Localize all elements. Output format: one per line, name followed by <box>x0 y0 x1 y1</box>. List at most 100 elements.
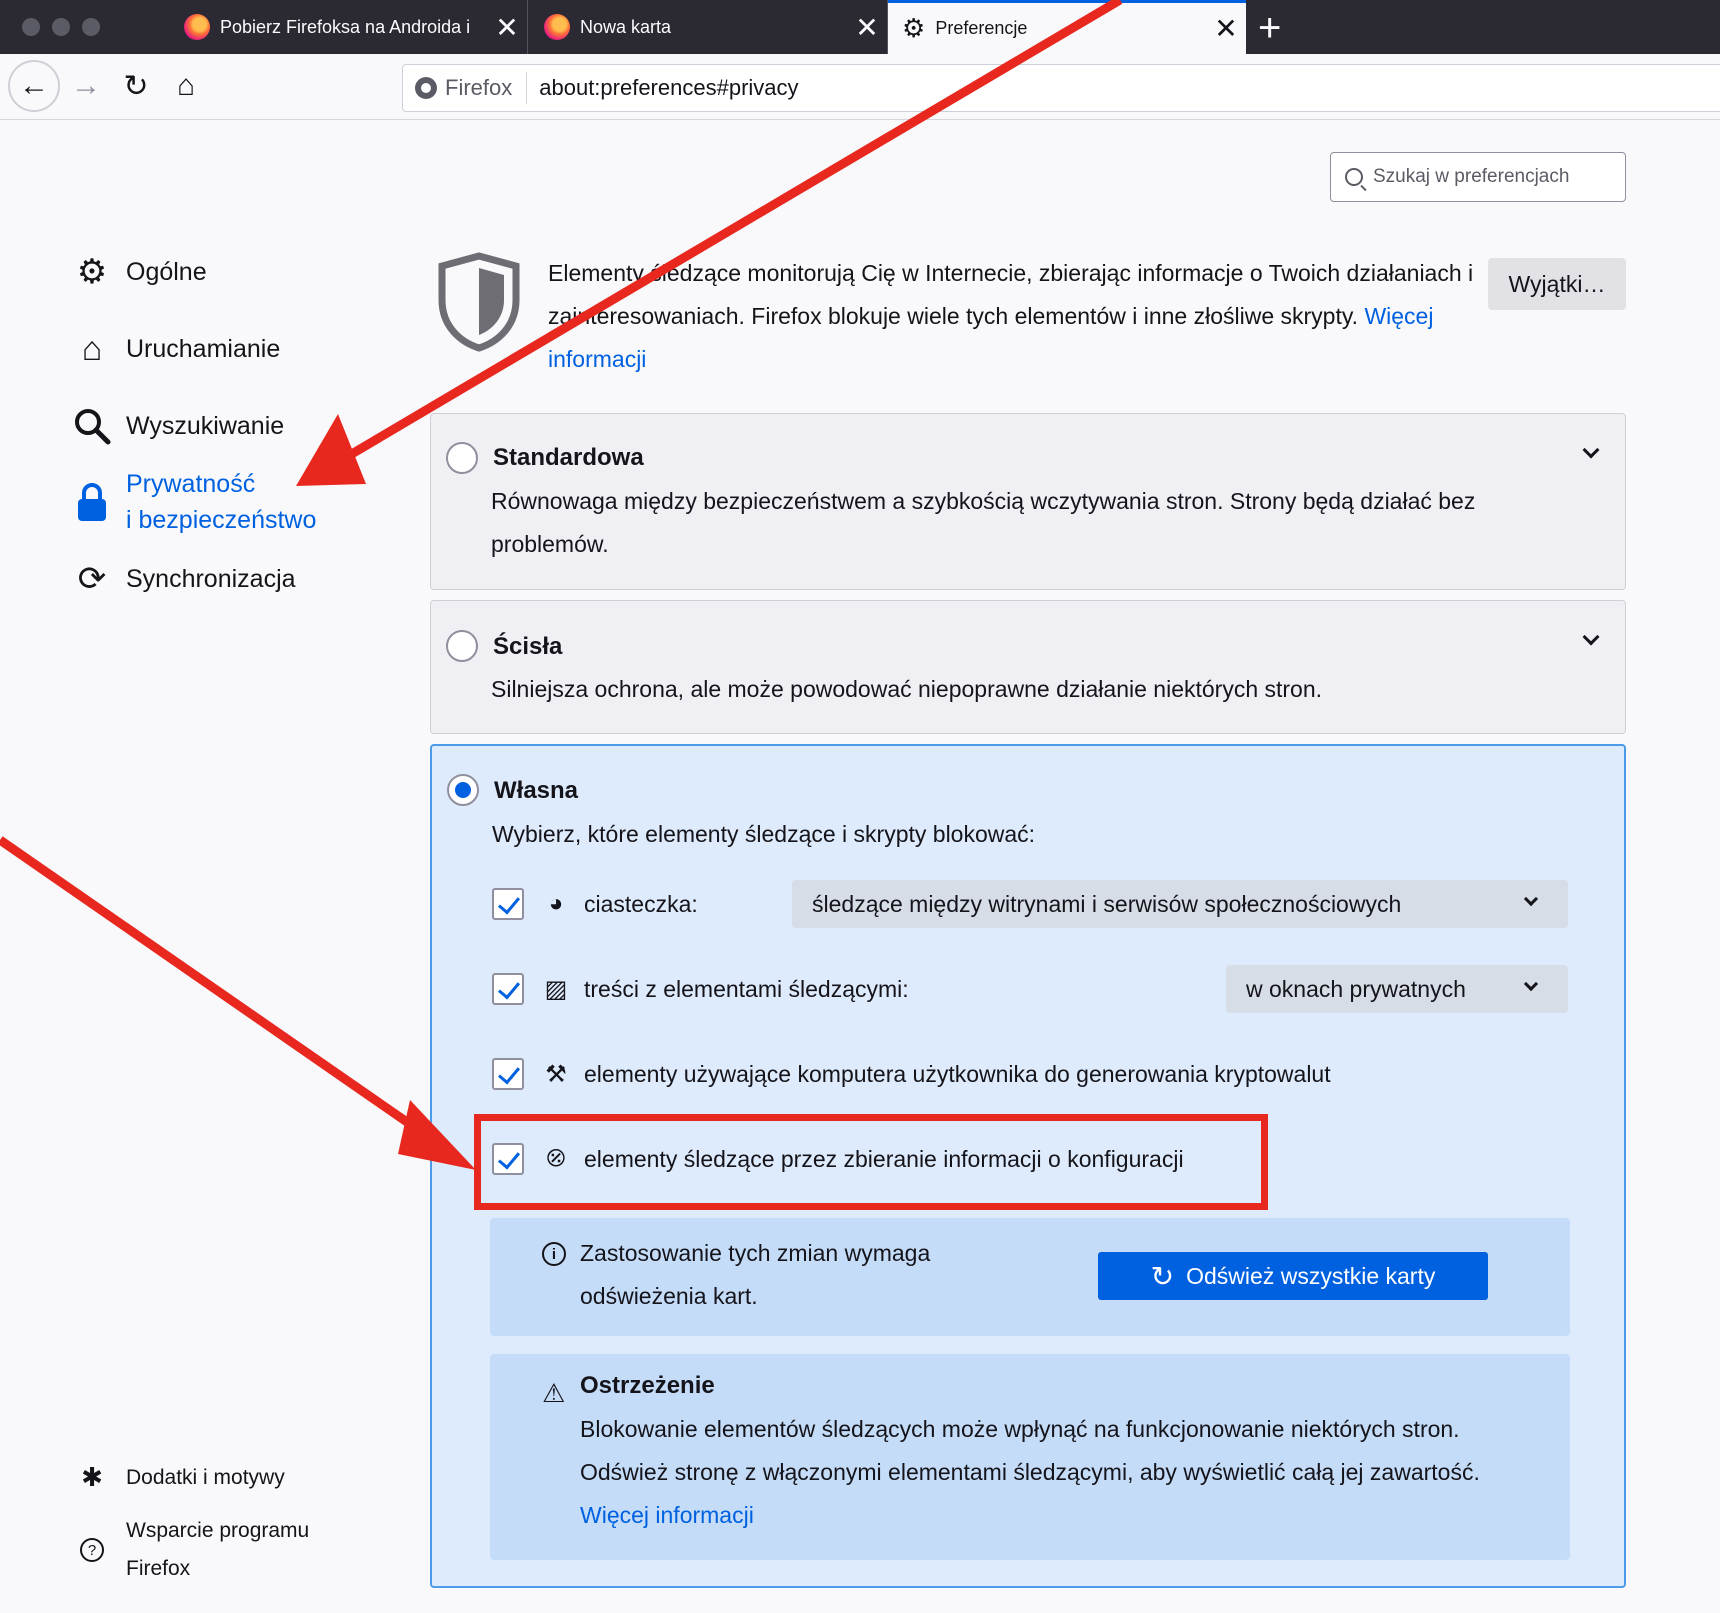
warning-learn-more-link[interactable]: Więcej informacji <box>580 1502 754 1528</box>
search-icon <box>1345 168 1363 186</box>
tab-firefox-android[interactable]: Pobierz Firefoksa na Androida i ✕ <box>168 0 528 54</box>
sidebar-item-label-line2: Firefox <box>126 1557 191 1580</box>
cookies-checkbox[interactable] <box>492 888 524 920</box>
url-bar[interactable]: Firefox about:preferences#privacy <box>402 64 1720 112</box>
gear-icon: ⚙ <box>76 253 108 291</box>
tab-close-icon[interactable]: ✕ <box>487 11 527 44</box>
standard-radio[interactable] <box>446 442 478 474</box>
chevron-down-icon <box>1523 976 1539 992</box>
warning-box: ⚠ Ostrzeżenie Blokowanie elementów śledz… <box>490 1354 1570 1560</box>
cryptominers-checkbox[interactable] <box>492 1058 524 1090</box>
option-standard[interactable]: Standardowa Równowaga między bezpieczeńs… <box>430 413 1626 590</box>
preferences-search-input[interactable]: Szukaj w preferencjach <box>1330 152 1626 202</box>
tracking-intro: Elementy śledzące monitorują Cię w Inter… <box>548 252 1478 381</box>
window-zoom-dot[interactable] <box>82 18 100 36</box>
tab-strip: Pobierz Firefoksa na Androida i ✕ Nowa k… <box>0 0 1720 54</box>
reload-all-tabs-button[interactable]: ↻ Odśwież wszystkie karty <box>1098 1252 1488 1300</box>
option-description: Równowaga między bezpieczeństwem a szybk… <box>491 488 1476 557</box>
warning-icon: ⚠ <box>542 1378 566 1408</box>
sidebar-item-general[interactable]: ⚙ Ogólne <box>70 250 207 294</box>
tab-close-icon[interactable]: ✕ <box>847 11 887 44</box>
tracking-content-checkbox[interactable] <box>492 973 524 1005</box>
sidebar-item-label: Ogólne <box>126 257 207 286</box>
row-label: elementy używające komputera użytkownika… <box>584 1060 1331 1087</box>
option-title: Własna <box>494 777 579 804</box>
forward-button[interactable]: → <box>64 64 108 108</box>
info-icon: i <box>542 1242 566 1266</box>
sidebar-item-label-line2: i bezpieczeństwo <box>126 506 317 534</box>
tab-preferences[interactable]: ⚙ Preferencje ✕ <box>888 0 1246 54</box>
window-close-dot[interactable] <box>22 18 40 36</box>
reload-notice-text: Zastosowanie tych zmian wymaga odświeżen… <box>580 1232 930 1318</box>
tracking-content-select[interactable]: w oknach prywatnych <box>1226 965 1568 1013</box>
sync-icon: ⟳ <box>77 560 107 598</box>
cookies-row: ◕ ciasteczka: <box>492 888 698 920</box>
row-label: treści z elementami śledzącymi: <box>584 975 909 1002</box>
button-label: Odśwież wszystkie karty <box>1186 1262 1436 1289</box>
sidebar-item-sync[interactable]: ⟳ Synchronizacja <box>70 557 296 601</box>
navigation-toolbar: ← → ↻ ⌂ Firefox about:preferences#privac… <box>0 54 1720 120</box>
warning-body: Blokowanie elementów śledzących może wpł… <box>580 1408 1530 1537</box>
sidebar-item-label-line1: Prywatność <box>126 470 256 498</box>
chevron-down-icon[interactable] <box>1582 628 1600 646</box>
back-button[interactable]: ← <box>8 60 60 112</box>
lock-icon <box>70 480 114 524</box>
sidebar-item-label: Dodatki i motywy <box>126 1465 285 1489</box>
warning-title: Ostrzeżenie <box>580 1372 715 1399</box>
shield-icon <box>438 252 520 352</box>
sidebar-item-label: Wyszukiwanie <box>126 411 285 440</box>
home-icon: ⌂ <box>81 329 103 368</box>
identity-box[interactable]: Firefox <box>403 72 528 104</box>
puzzle-icon: ✱ <box>81 1462 103 1492</box>
select-value: w oknach prywatnych <box>1246 975 1466 1002</box>
sidebar-item-addons[interactable]: ✱ Dodatki i motywy <box>70 1462 285 1493</box>
option-title: Ścisła <box>493 633 563 660</box>
sidebar-item-privacy[interactable]: Prywatność i bezpieczeństwo <box>70 466 316 538</box>
annotation-highlight-box <box>474 1114 1268 1210</box>
custom-radio[interactable] <box>447 774 479 806</box>
cryptominers-row: ⚒ elementy używające komputera użytkowni… <box>492 1058 1331 1090</box>
sidebar-item-label: Wsparcie programu Firefox <box>126 1512 309 1588</box>
option-title: Standardowa <box>493 444 644 471</box>
sidebar-item-search[interactable]: Wyszukiwanie <box>70 404 284 448</box>
tracking-content-icon: ▨ <box>544 975 568 1003</box>
search-placeholder: Szukaj w preferencjach <box>1373 166 1570 187</box>
reload-icon: ↻ <box>1150 1260 1175 1292</box>
cryptominer-icon: ⚒ <box>545 1060 567 1088</box>
firefox-logo-icon <box>184 14 210 40</box>
sidebar-item-support[interactable]: ? Wsparcie programu Firefox <box>70 1512 309 1588</box>
option-strict[interactable]: Ścisła Silniejsza ochrona, ale może powo… <box>430 600 1626 734</box>
new-tab-button[interactable]: + <box>1258 6 1281 51</box>
sidebar-item-label: Uruchamianie <box>126 334 281 363</box>
window-minimize-dot[interactable] <box>52 18 70 36</box>
sidebar-item-home[interactable]: ⌂ Uruchamianie <box>70 327 281 371</box>
identity-label: Firefox <box>445 75 513 100</box>
cookie-icon: ◕ <box>548 890 564 917</box>
chevron-down-icon[interactable] <box>1582 441 1600 459</box>
reload-button[interactable]: ↻ <box>114 64 158 108</box>
custom-prompt: Wybierz, które elementy śledzące i skryp… <box>492 821 1036 847</box>
exceptions-button[interactable]: Wyjątki… <box>1488 258 1626 310</box>
url-text[interactable]: about:preferences#privacy <box>527 75 798 101</box>
tab-new-tab[interactable]: Nowa karta ✕ <box>528 0 888 54</box>
firefox-identity-icon <box>415 77 437 99</box>
cookies-select[interactable]: śledzące między witrynami i serwisów spo… <box>792 880 1568 928</box>
reload-notice: i Zastosowanie tych zmian wymaga odśwież… <box>490 1218 1570 1336</box>
sidebar-item-label: Synchronizacja <box>126 564 296 593</box>
tracking-content-row: ▨ treści z elementami śledzącymi: <box>492 973 909 1005</box>
option-description: Silniejsza ochrona, ale może powodować n… <box>491 676 1323 702</box>
arrow-to-fingerprinters-line <box>0 836 433 1142</box>
strict-radio[interactable] <box>446 630 478 662</box>
reload-notice-line1: Zastosowanie tych zmian wymaga <box>580 1240 931 1266</box>
select-value: śledzące między witrynami i serwisów spo… <box>812 890 1402 917</box>
sidebar-item-label: Prywatność i bezpieczeństwo <box>126 466 316 538</box>
warning-text: Blokowanie elementów śledzących może wpł… <box>580 1416 1480 1485</box>
tab-title: Nowa karta <box>580 16 672 37</box>
reload-notice-line2: odświeżenia kart. <box>580 1283 758 1309</box>
svg-text:?: ? <box>88 1542 96 1559</box>
home-button[interactable]: ⌂ <box>164 64 208 108</box>
sidebar-item-label-line1: Wsparcie programu <box>126 1519 310 1542</box>
row-label: ciasteczka: <box>584 890 698 917</box>
help-icon: ? <box>70 1537 114 1563</box>
tab-close-icon[interactable]: ✕ <box>1206 12 1246 45</box>
